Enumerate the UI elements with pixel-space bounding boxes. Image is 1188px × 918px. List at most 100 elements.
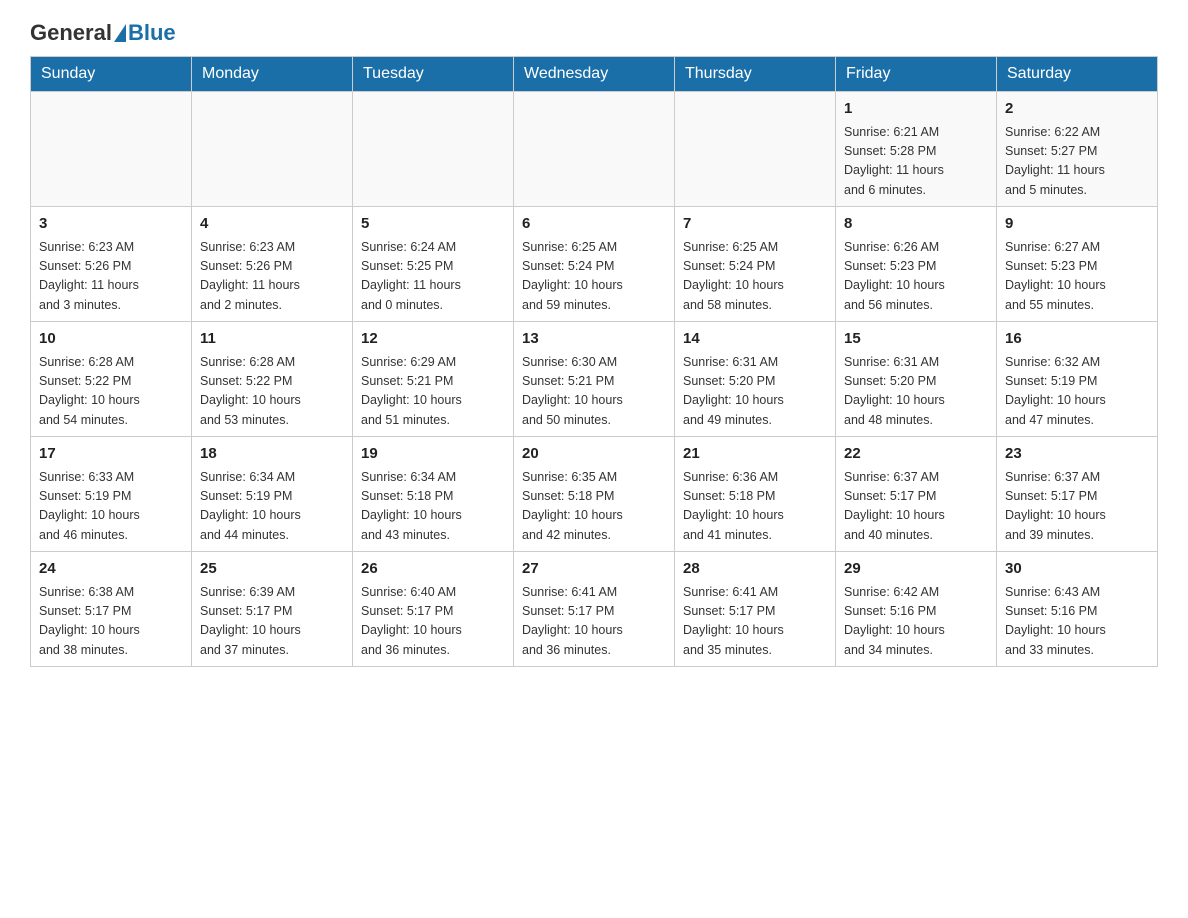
logo-triangle-icon <box>114 24 126 42</box>
day-number: 28 <box>683 558 827 581</box>
day-info: Sunrise: 6:21 AM Sunset: 5:28 PM Dayligh… <box>844 123 988 201</box>
calendar-cell: 17Sunrise: 6:33 AM Sunset: 5:19 PM Dayli… <box>31 437 192 552</box>
day-number: 13 <box>522 328 666 351</box>
day-info: Sunrise: 6:41 AM Sunset: 5:17 PM Dayligh… <box>522 583 666 661</box>
calendar-cell: 5Sunrise: 6:24 AM Sunset: 5:25 PM Daylig… <box>353 207 514 322</box>
day-info: Sunrise: 6:35 AM Sunset: 5:18 PM Dayligh… <box>522 468 666 546</box>
calendar-cell: 12Sunrise: 6:29 AM Sunset: 5:21 PM Dayli… <box>353 322 514 437</box>
day-number: 25 <box>200 558 344 581</box>
day-info: Sunrise: 6:43 AM Sunset: 5:16 PM Dayligh… <box>1005 583 1149 661</box>
day-info: Sunrise: 6:30 AM Sunset: 5:21 PM Dayligh… <box>522 353 666 431</box>
calendar-cell: 8Sunrise: 6:26 AM Sunset: 5:23 PM Daylig… <box>836 207 997 322</box>
calendar-cell: 16Sunrise: 6:32 AM Sunset: 5:19 PM Dayli… <box>997 322 1158 437</box>
calendar-cell <box>353 92 514 207</box>
calendar-cell: 11Sunrise: 6:28 AM Sunset: 5:22 PM Dayli… <box>192 322 353 437</box>
calendar-cell <box>31 92 192 207</box>
day-number: 27 <box>522 558 666 581</box>
day-info: Sunrise: 6:37 AM Sunset: 5:17 PM Dayligh… <box>1005 468 1149 546</box>
day-number: 24 <box>39 558 183 581</box>
day-info: Sunrise: 6:25 AM Sunset: 5:24 PM Dayligh… <box>522 238 666 316</box>
day-number: 26 <box>361 558 505 581</box>
calendar-cell: 27Sunrise: 6:41 AM Sunset: 5:17 PM Dayli… <box>514 552 675 667</box>
day-info: Sunrise: 6:31 AM Sunset: 5:20 PM Dayligh… <box>844 353 988 431</box>
day-info: Sunrise: 6:38 AM Sunset: 5:17 PM Dayligh… <box>39 583 183 661</box>
day-number: 2 <box>1005 98 1149 121</box>
day-number: 1 <box>844 98 988 121</box>
day-number: 6 <box>522 213 666 236</box>
day-info: Sunrise: 6:34 AM Sunset: 5:18 PM Dayligh… <box>361 468 505 546</box>
calendar-week-row: 17Sunrise: 6:33 AM Sunset: 5:19 PM Dayli… <box>31 437 1158 552</box>
calendar-cell: 2Sunrise: 6:22 AM Sunset: 5:27 PM Daylig… <box>997 92 1158 207</box>
day-info: Sunrise: 6:28 AM Sunset: 5:22 PM Dayligh… <box>200 353 344 431</box>
day-info: Sunrise: 6:40 AM Sunset: 5:17 PM Dayligh… <box>361 583 505 661</box>
column-header-saturday: Saturday <box>997 57 1158 92</box>
calendar-table: SundayMondayTuesdayWednesdayThursdayFrid… <box>30 56 1158 667</box>
calendar-cell: 3Sunrise: 6:23 AM Sunset: 5:26 PM Daylig… <box>31 207 192 322</box>
calendar-cell: 4Sunrise: 6:23 AM Sunset: 5:26 PM Daylig… <box>192 207 353 322</box>
day-info: Sunrise: 6:39 AM Sunset: 5:17 PM Dayligh… <box>200 583 344 661</box>
calendar-cell: 13Sunrise: 6:30 AM Sunset: 5:21 PM Dayli… <box>514 322 675 437</box>
day-number: 12 <box>361 328 505 351</box>
day-number: 3 <box>39 213 183 236</box>
day-info: Sunrise: 6:23 AM Sunset: 5:26 PM Dayligh… <box>39 238 183 316</box>
day-info: Sunrise: 6:33 AM Sunset: 5:19 PM Dayligh… <box>39 468 183 546</box>
day-number: 29 <box>844 558 988 581</box>
calendar-cell: 30Sunrise: 6:43 AM Sunset: 5:16 PM Dayli… <box>997 552 1158 667</box>
calendar-cell: 1Sunrise: 6:21 AM Sunset: 5:28 PM Daylig… <box>836 92 997 207</box>
day-info: Sunrise: 6:36 AM Sunset: 5:18 PM Dayligh… <box>683 468 827 546</box>
day-info: Sunrise: 6:23 AM Sunset: 5:26 PM Dayligh… <box>200 238 344 316</box>
day-number: 23 <box>1005 443 1149 466</box>
day-number: 5 <box>361 213 505 236</box>
column-header-thursday: Thursday <box>675 57 836 92</box>
day-number: 11 <box>200 328 344 351</box>
day-number: 4 <box>200 213 344 236</box>
calendar-cell: 21Sunrise: 6:36 AM Sunset: 5:18 PM Dayli… <box>675 437 836 552</box>
day-info: Sunrise: 6:32 AM Sunset: 5:19 PM Dayligh… <box>1005 353 1149 431</box>
day-number: 14 <box>683 328 827 351</box>
logo: General Blue <box>30 20 176 46</box>
calendar-cell: 24Sunrise: 6:38 AM Sunset: 5:17 PM Dayli… <box>31 552 192 667</box>
calendar-week-row: 3Sunrise: 6:23 AM Sunset: 5:26 PM Daylig… <box>31 207 1158 322</box>
calendar-cell: 28Sunrise: 6:41 AM Sunset: 5:17 PM Dayli… <box>675 552 836 667</box>
day-number: 16 <box>1005 328 1149 351</box>
column-header-tuesday: Tuesday <box>353 57 514 92</box>
calendar-cell: 22Sunrise: 6:37 AM Sunset: 5:17 PM Dayli… <box>836 437 997 552</box>
calendar-week-row: 10Sunrise: 6:28 AM Sunset: 5:22 PM Dayli… <box>31 322 1158 437</box>
calendar-cell: 19Sunrise: 6:34 AM Sunset: 5:18 PM Dayli… <box>353 437 514 552</box>
day-number: 8 <box>844 213 988 236</box>
day-number: 19 <box>361 443 505 466</box>
day-info: Sunrise: 6:28 AM Sunset: 5:22 PM Dayligh… <box>39 353 183 431</box>
column-header-monday: Monday <box>192 57 353 92</box>
day-number: 10 <box>39 328 183 351</box>
calendar-cell: 18Sunrise: 6:34 AM Sunset: 5:19 PM Dayli… <box>192 437 353 552</box>
calendar-cell: 25Sunrise: 6:39 AM Sunset: 5:17 PM Dayli… <box>192 552 353 667</box>
day-number: 9 <box>1005 213 1149 236</box>
day-info: Sunrise: 6:29 AM Sunset: 5:21 PM Dayligh… <box>361 353 505 431</box>
calendar-cell <box>192 92 353 207</box>
column-header-sunday: Sunday <box>31 57 192 92</box>
day-info: Sunrise: 6:27 AM Sunset: 5:23 PM Dayligh… <box>1005 238 1149 316</box>
day-info: Sunrise: 6:25 AM Sunset: 5:24 PM Dayligh… <box>683 238 827 316</box>
day-number: 20 <box>522 443 666 466</box>
day-number: 17 <box>39 443 183 466</box>
day-info: Sunrise: 6:26 AM Sunset: 5:23 PM Dayligh… <box>844 238 988 316</box>
day-info: Sunrise: 6:37 AM Sunset: 5:17 PM Dayligh… <box>844 468 988 546</box>
day-info: Sunrise: 6:41 AM Sunset: 5:17 PM Dayligh… <box>683 583 827 661</box>
column-header-friday: Friday <box>836 57 997 92</box>
day-info: Sunrise: 6:22 AM Sunset: 5:27 PM Dayligh… <box>1005 123 1149 201</box>
calendar-cell: 26Sunrise: 6:40 AM Sunset: 5:17 PM Dayli… <box>353 552 514 667</box>
header: General Blue <box>30 20 1158 46</box>
day-number: 18 <box>200 443 344 466</box>
calendar-cell: 9Sunrise: 6:27 AM Sunset: 5:23 PM Daylig… <box>997 207 1158 322</box>
column-header-wednesday: Wednesday <box>514 57 675 92</box>
calendar-cell: 6Sunrise: 6:25 AM Sunset: 5:24 PM Daylig… <box>514 207 675 322</box>
calendar-cell: 7Sunrise: 6:25 AM Sunset: 5:24 PM Daylig… <box>675 207 836 322</box>
day-number: 7 <box>683 213 827 236</box>
calendar-cell: 14Sunrise: 6:31 AM Sunset: 5:20 PM Dayli… <box>675 322 836 437</box>
calendar-cell: 20Sunrise: 6:35 AM Sunset: 5:18 PM Dayli… <box>514 437 675 552</box>
logo-general: General <box>30 20 112 46</box>
day-info: Sunrise: 6:31 AM Sunset: 5:20 PM Dayligh… <box>683 353 827 431</box>
calendar-week-row: 1Sunrise: 6:21 AM Sunset: 5:28 PM Daylig… <box>31 92 1158 207</box>
day-number: 30 <box>1005 558 1149 581</box>
day-info: Sunrise: 6:34 AM Sunset: 5:19 PM Dayligh… <box>200 468 344 546</box>
